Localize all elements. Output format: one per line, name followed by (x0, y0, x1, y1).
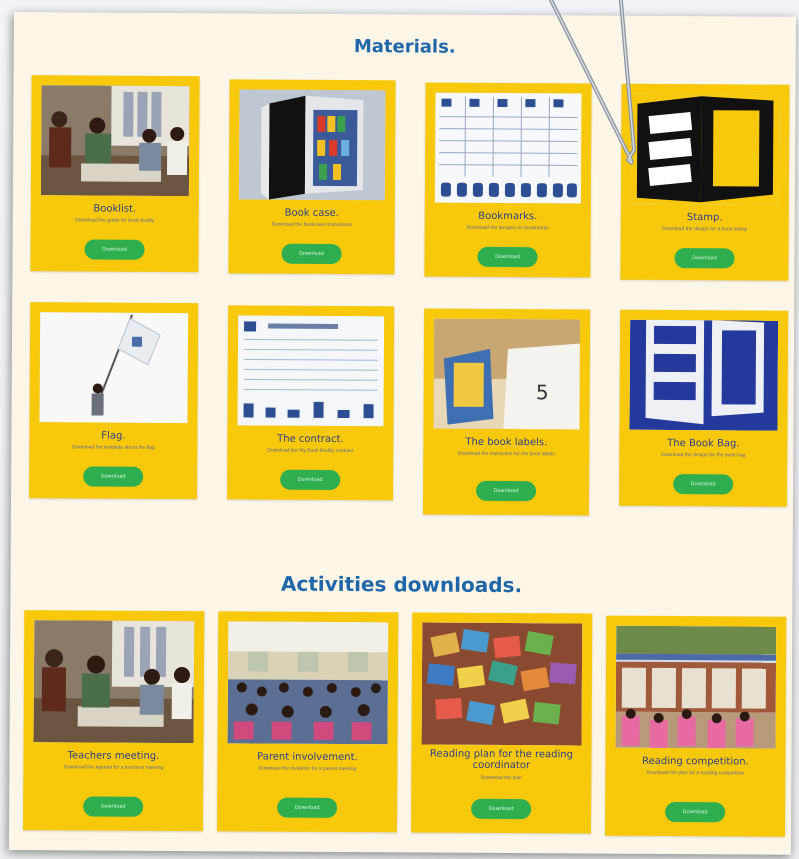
card-description: Download the template about the flag (71, 444, 155, 451)
card-title: Teachers meeting. (67, 750, 160, 762)
download-button[interactable]: Download (83, 796, 144, 817)
download-button[interactable]: Download (280, 469, 341, 491)
material-card-contract: The contract. Download the My Book Buddy… (227, 305, 395, 501)
card-title: Bookmarks. (478, 210, 538, 223)
material-card-booklist: Booklist. Download the guide for book bu… (30, 75, 200, 273)
label-number: 5 (535, 379, 549, 404)
download-button[interactable]: Download (477, 246, 538, 268)
parent-meeting-photo (227, 621, 389, 745)
books-pile-photo (421, 622, 583, 746)
activity-card-parent-involvement: Parent involvement. Download the invitat… (216, 611, 399, 833)
card-title: Book case. (284, 207, 339, 219)
card-description: Download the plan (480, 774, 523, 782)
card-description: Download the instruction for the book la… (457, 450, 555, 458)
card-title: Reading plan for the reading coordinator (429, 748, 574, 772)
material-card-book-labels: 5 The book labels. Download the instruct… (422, 308, 591, 516)
download-button[interactable]: Download (83, 466, 144, 487)
classroom-photo (40, 85, 190, 197)
materials-sheet: Materials. Booklist. Download the guide … (8, 12, 796, 855)
card-description: Download the invitation for a parent mee… (258, 765, 357, 773)
card-description: Download the plan for a reading competit… (646, 769, 745, 777)
activity-card-reading-plan: Reading plan for the reading coordinator… (410, 612, 593, 834)
card-title: Booklist. (93, 203, 137, 215)
activity-card-reading-competition: Reading competition. Download the plan f… (604, 615, 787, 837)
book-labels-photo: 5 (433, 318, 581, 430)
material-card-bookcase: Book case. Download the bookcase instruc… (228, 79, 396, 275)
download-button[interactable]: Download (673, 474, 734, 495)
activities-heading: Activities downloads. (280, 571, 523, 598)
my-book-buddy-logo (630, 93, 780, 205)
download-button[interactable]: Download (281, 243, 342, 265)
card-title: Stamp. (686, 212, 723, 224)
card-title: The book labels. (465, 436, 548, 449)
download-button[interactable]: Download (277, 797, 338, 818)
contract-document (237, 315, 385, 427)
flag-photo (39, 312, 189, 424)
activity-card-teachers-meeting: Teachers meeting. Download the agenda fo… (23, 610, 205, 832)
card-title: Parent involvement. (257, 751, 358, 764)
bookcase-illustration (238, 89, 386, 201)
card-description: Download the designs on bookmarks (466, 224, 549, 232)
download-button[interactable]: Download (674, 248, 735, 269)
download-button[interactable]: Download (665, 801, 726, 823)
card-title: The contract. (277, 433, 344, 446)
card-title: Reading competition. (642, 755, 749, 768)
download-button[interactable]: Download (471, 798, 532, 820)
card-description: Download the design for the book bag (661, 451, 746, 459)
download-button[interactable]: Download (84, 239, 145, 260)
download-button[interactable]: Download (476, 480, 537, 502)
reading-competition-photo (615, 625, 777, 749)
card-title: The Book Bag. (667, 437, 740, 450)
card-description: Download the design for a book stamp (661, 225, 748, 233)
card-description: Download the My Book Buddy contract (267, 447, 354, 455)
materials-heading: Materials. (353, 36, 456, 58)
classroom-photo (33, 620, 195, 744)
card-description: Download the agenda for a teachers meeti… (63, 764, 164, 771)
card-description: Download the guide for book buddy (75, 217, 155, 224)
paperclip-icon (548, 0, 637, 165)
card-title: Flag. (101, 430, 126, 442)
material-card-flag: Flag. Download the template about the fl… (29, 302, 199, 500)
material-card-book-bag: The Book Bag. Download the design for th… (618, 309, 789, 507)
book-bag-logo (629, 319, 779, 431)
card-description: Download the bookcase instructions (271, 221, 352, 229)
